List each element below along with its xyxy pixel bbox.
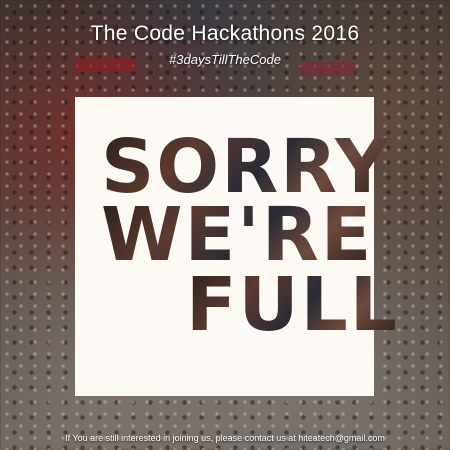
contact-note: If You are still interested in joining u…: [65, 433, 385, 443]
event-hashtag: #3daysTillTheCode: [169, 52, 281, 67]
headline-line-3: FULL: [186, 262, 399, 348]
headline-line-2: WE'RE: [101, 192, 374, 278]
event-title: The Code Hackathons 2016: [90, 22, 360, 45]
